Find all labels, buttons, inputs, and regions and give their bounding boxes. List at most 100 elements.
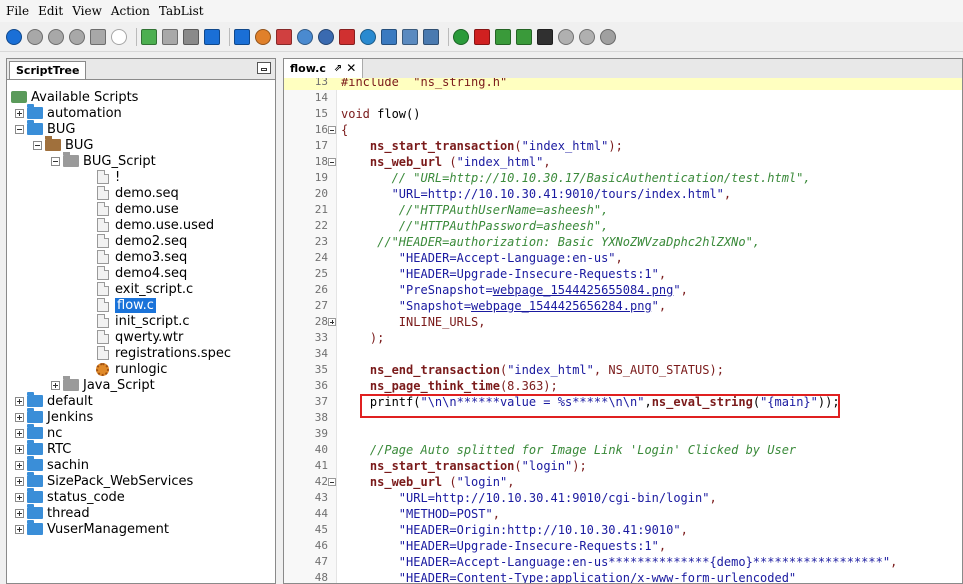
tree-node[interactable]: registrations.spec [83, 345, 231, 361]
tree-node[interactable]: Jenkins [15, 408, 93, 425]
code-line[interactable]: 13 #include "ns_string.h" [284, 78, 962, 90]
download-icon[interactable] [204, 28, 220, 45]
tree-node[interactable]: demo.use.used [83, 217, 214, 233]
expand-icon[interactable] [15, 428, 24, 438]
play-icon[interactable] [6, 28, 22, 45]
expand-icon[interactable] [15, 460, 24, 470]
tab-flow-c[interactable]: flow.c ⇗ ✕ [284, 59, 364, 78]
globe-icon[interactable] [360, 28, 376, 45]
upload-icon[interactable] [234, 28, 250, 45]
tree-node[interactable]: flow.c [83, 297, 156, 313]
forward-icon[interactable] [579, 28, 595, 45]
tree-node[interactable]: thread [15, 504, 90, 521]
code-line[interactable]: 26 "PreSnapshot=webpage_1544425655084.pn… [284, 282, 962, 298]
comment-icon[interactable] [111, 28, 127, 45]
tree-node[interactable]: status_code [15, 488, 125, 505]
pause-icon[interactable] [69, 28, 85, 45]
tree-node[interactable]: demo3.seq [83, 249, 187, 265]
checkpoint-icon[interactable] [339, 28, 355, 45]
code-line[interactable]: 45 "HEADER=Origin:http://10.10.30.41:901… [284, 522, 962, 538]
add-page-icon[interactable] [141, 28, 157, 45]
tree-node[interactable]: BUG [15, 120, 76, 137]
collapse-icon[interactable] [33, 140, 42, 150]
code-line[interactable]: 23 //"HEADER=authorization: Basic YXNoZW… [284, 234, 962, 250]
menu-view[interactable]: View [72, 4, 102, 18]
tree-node[interactable]: nc [15, 424, 62, 441]
code-line[interactable]: 33 ); [284, 330, 962, 346]
code-line[interactable]: 44 "METHOD=POST", [284, 506, 962, 522]
floppy-icon[interactable] [537, 28, 553, 45]
tree-node[interactable]: demo.seq [83, 185, 179, 201]
expand-icon[interactable] [15, 108, 24, 118]
code-line[interactable]: 15 void flow() [284, 106, 962, 122]
expand-icon[interactable] [15, 524, 24, 534]
window-icon[interactable] [423, 28, 439, 45]
code-line[interactable]: 20 "URL=http://10.10.30.41:9010/tours/in… [284, 186, 962, 202]
expand-icon[interactable] [51, 380, 60, 390]
code-lines[interactable]: 13 #include "ns_string.h" 14 15 void flow() 1… [284, 78, 962, 583]
tree-node[interactable]: SizePack_WebServices [15, 472, 193, 489]
code-line[interactable]: 40 //Page Auto splitted for Image Link '… [284, 442, 962, 458]
copy-icon[interactable] [183, 28, 199, 45]
minimize-icon[interactable] [257, 62, 271, 74]
tree-root[interactable]: Available Scripts [11, 89, 138, 105]
stop-square-icon[interactable] [600, 28, 616, 45]
code-line[interactable]: 42 ns_web_url ("login", [284, 474, 962, 490]
tree-node[interactable]: BUG_Script [51, 152, 156, 169]
fold-collapse-icon[interactable] [328, 478, 336, 486]
expand-icon[interactable] [15, 412, 24, 422]
tree-node[interactable]: RTC [15, 440, 71, 457]
fold-expand-icon[interactable] [328, 318, 336, 326]
collapse-icon[interactable] [15, 124, 24, 134]
search-icon[interactable] [297, 28, 313, 45]
tab-script-tree[interactable]: ScriptTree [9, 61, 87, 79]
menu-action[interactable]: Action [111, 4, 150, 18]
expand-icon[interactable] [15, 396, 24, 406]
code-line[interactable]: 47 "HEADER=Accept-Language:en-us********… [284, 554, 962, 570]
tree-node[interactable]: Java_Script [51, 376, 155, 393]
edit-icon[interactable] [276, 28, 292, 45]
code-line[interactable]: 16 { [284, 122, 962, 138]
fold-collapse-icon[interactable] [328, 126, 336, 134]
menu-edit[interactable]: Edit [38, 4, 63, 18]
pin-icon[interactable]: ⇗ [334, 59, 342, 78]
step-icon[interactable] [90, 28, 106, 45]
import-icon[interactable] [495, 28, 511, 45]
code-line[interactable]: 39 [284, 426, 962, 442]
fold-collapse-icon[interactable] [328, 158, 336, 166]
tree-node[interactable]: qwerty.wtr [83, 329, 183, 345]
tree-node[interactable]: demo.use [83, 201, 179, 217]
abort-icon[interactable] [48, 28, 64, 45]
tree-node[interactable]: sachin [15, 456, 89, 473]
tree-node[interactable]: automation [15, 104, 122, 121]
code-line[interactable]: 36 ns_page_think_time(8.363); [284, 378, 962, 394]
tree-node[interactable]: runlogic [83, 361, 167, 377]
code-line[interactable]: 25 "HEADER=Upgrade-Insecure-Requests:1", [284, 266, 962, 282]
code-line[interactable]: 41 ns_start_transaction("login"); [284, 458, 962, 474]
menu-file[interactable]: File [6, 4, 29, 18]
tree-node[interactable]: init_script.c [83, 313, 190, 329]
tree-node[interactable]: demo4.seq [83, 265, 187, 281]
menu-tablist[interactable]: TabList [159, 4, 204, 18]
expand-icon[interactable] [15, 476, 24, 486]
code-line[interactable]: 19 // "URL=http://10.10.30.17/BasicAuthe… [284, 170, 962, 186]
undo-icon[interactable] [558, 28, 574, 45]
code-line[interactable]: 21 //"HTTPAuthUserName=asheesh", [284, 202, 962, 218]
tree-node[interactable]: demo2.seq [83, 233, 187, 249]
tree-node[interactable]: BUG [33, 136, 94, 153]
expand-icon[interactable] [15, 492, 24, 502]
code-line[interactable]: 22 //"HTTPAuthPassword=asheesh", [284, 218, 962, 234]
tree-node[interactable]: default [15, 392, 93, 409]
code-line[interactable]: 24 "HEADER=Accept-Language:en-us", [284, 250, 962, 266]
close-icon[interactable]: ✕ [346, 59, 356, 78]
save-disabled-icon[interactable] [162, 28, 178, 45]
code-line[interactable]: 18 ns_web_url ("index_html", [284, 154, 962, 170]
tree-node[interactable]: VuserManagement [15, 520, 169, 537]
expand-icon[interactable] [15, 444, 24, 454]
code-line[interactable]: 48 "HEADER=Content-Type:application/x-ww… [284, 570, 962, 583]
collapse-icon[interactable] [51, 156, 60, 166]
tree-node[interactable]: ! [83, 169, 120, 185]
database-icon[interactable] [381, 28, 397, 45]
gear-icon[interactable] [318, 28, 334, 45]
code-line[interactable]: 46 "HEADER=Upgrade-Insecure-Requests:1", [284, 538, 962, 554]
